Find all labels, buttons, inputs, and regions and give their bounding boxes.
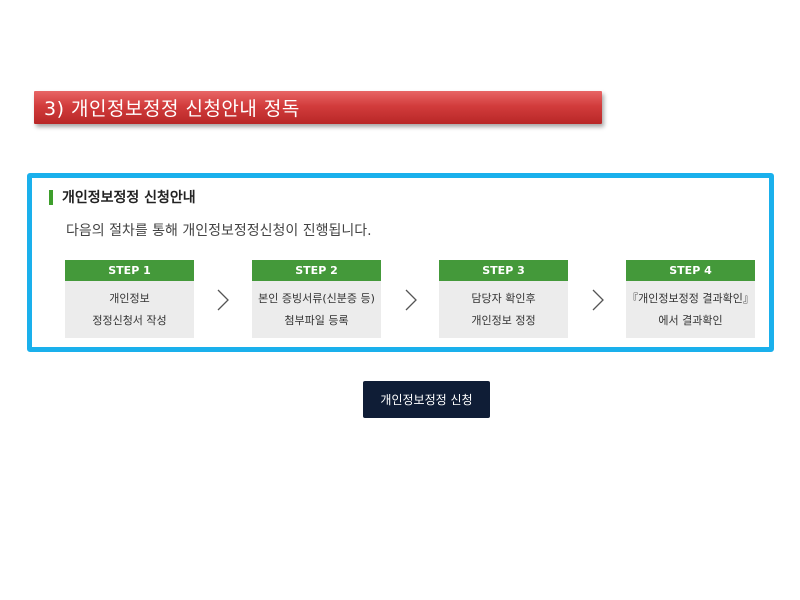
step-2-body: 본인 증빙서류(신분증 등) 첨부파일 등록	[252, 281, 381, 332]
panel-heading: 개인정보정정 신청안내	[49, 187, 196, 207]
step-1-body: 개인정보 정정신청서 작성	[65, 281, 194, 332]
section-title: 3) 개인정보정정 신청안내 정독	[44, 98, 300, 120]
step-4-label: STEP 4	[626, 260, 755, 281]
step-1-label: STEP 1	[65, 260, 194, 281]
step-1-card: STEP 1 개인정보 정정신청서 작성	[65, 260, 194, 338]
step-3-card: STEP 3 담당자 확인후 개인정보 정정	[439, 260, 568, 338]
step-3-body: 담당자 확인후 개인정보 정정	[439, 281, 568, 332]
heading-marker	[49, 189, 53, 205]
step-3-label: STEP 3	[439, 260, 568, 281]
step-4-card: STEP 4 『개인정보정정 결과확인』 에서 결과확인	[626, 260, 755, 338]
chevron-right-icon	[405, 289, 417, 311]
panel-heading-text: 개인정보정정 신청안내	[62, 190, 196, 206]
step-3-line-2: 개인정보 정정	[471, 314, 536, 327]
step-4-line-2: 에서 결과확인	[658, 314, 723, 327]
step-4-body: 『개인정보정정 결과확인』 에서 결과확인	[626, 281, 755, 332]
step-2-line-2: 첨부파일 등록	[284, 314, 349, 327]
section-title-banner: 3) 개인정보정정 신청안내 정독	[34, 91, 602, 124]
apply-correction-button[interactable]: 개인정보정정 신청	[363, 381, 490, 418]
step-2-label: STEP 2	[252, 260, 381, 281]
step-4-line-1: 『개인정보정정 결과확인』	[627, 292, 754, 305]
step-2-line-1: 본인 증빙서류(신분증 등)	[258, 292, 375, 305]
step-1-line-2: 정정신청서 작성	[92, 314, 167, 327]
step-2-card: STEP 2 본인 증빙서류(신분증 등) 첨부파일 등록	[252, 260, 381, 338]
application-guide-panel: 개인정보정정 신청안내 다음의 절차를 통해 개인정보정정신청이 진행됩니다. …	[27, 173, 774, 352]
chevron-right-icon	[217, 289, 229, 311]
panel-description: 다음의 절차를 통해 개인정보정정신청이 진행됩니다.	[66, 223, 372, 239]
step-3-line-1: 담당자 확인후	[471, 292, 536, 305]
page: 3) 개인정보정정 신청안내 정독 개인정보정정 신청안내 다음의 절차를 통해…	[0, 0, 800, 600]
step-1-line-1: 개인정보	[109, 292, 150, 305]
chevron-right-icon	[592, 289, 604, 311]
